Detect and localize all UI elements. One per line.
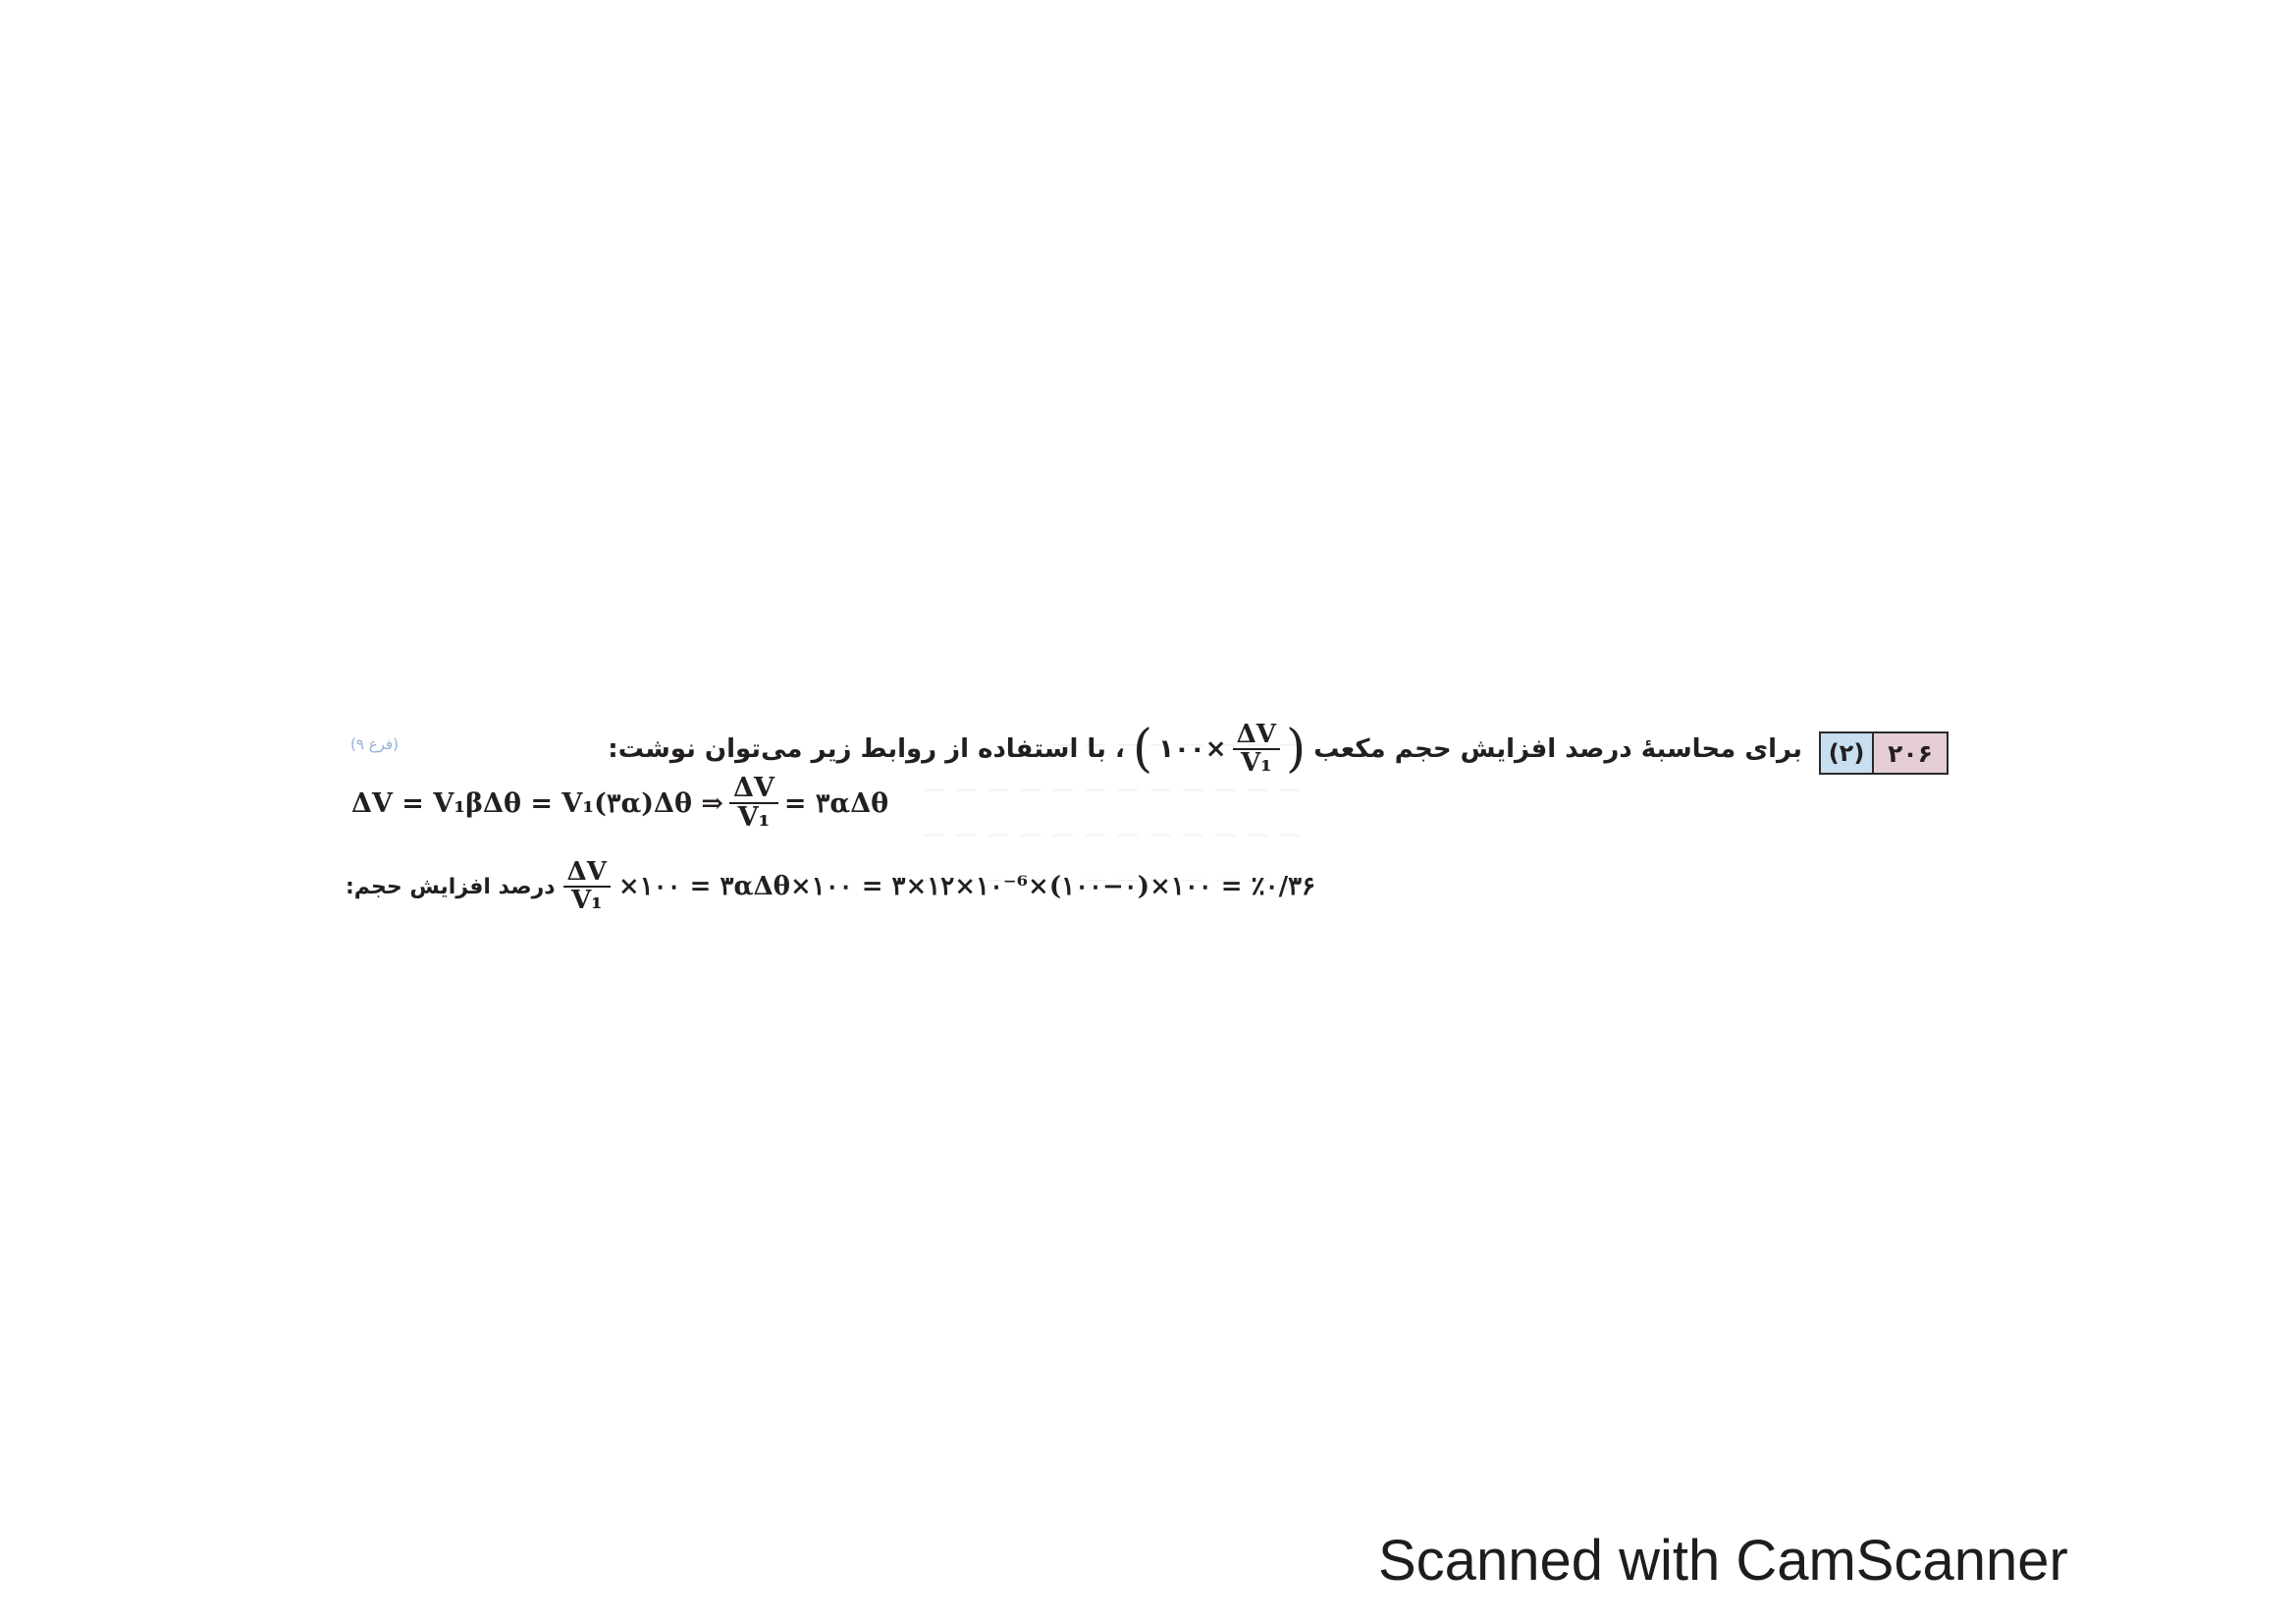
open-paren: ( [1132, 720, 1153, 779]
reference-note: (فرع ۹) [350, 735, 399, 753]
equation-2-fraction: ΔV V₁ [562, 858, 611, 915]
formula-factor: ۱۰۰× [1158, 734, 1227, 764]
close-paren: ) [1285, 720, 1307, 779]
question-text-before: برای محاسبهٔ درصد افزایش حجم مکعب [1313, 734, 1802, 764]
equation-2: درصد افزایش حجم: ΔV V₁ ×۱۰۰ = ۳αΔθ×۱۰۰ =… [346, 852, 1315, 921]
fraction-numerator: ΔV [729, 774, 778, 804]
fraction-denominator: V₁ [737, 802, 771, 833]
equation-1-lhs: ΔV = V₁βΔθ = V₁(۳α)Δθ ⇒ [351, 787, 723, 819]
equation-2-label: درصد افزایش حجم: [346, 874, 556, 899]
fraction-numerator: ΔV [562, 858, 611, 888]
scanner-watermark: Scanned with CamScanner [1378, 1529, 2068, 1593]
fraction-numerator: ΔV [1232, 721, 1280, 750]
equation-2-rest: ×۱۰۰ = ۳αΔθ×۱۰۰ = ۳×۱۲×۱۰⁻⁶×(۱۰۰−۰)×۱۰۰ … [617, 872, 1315, 901]
question-number: ۲۰۶ [1874, 733, 1947, 773]
equation-1-rhs: = ۳αΔθ [783, 787, 889, 819]
faint-bleed-through: — — — — — — — — — — — — [923, 823, 1303, 847]
answer-badge: (۲) [1821, 733, 1874, 773]
question-text-after: ، با استفاده از روابط زیر می‌توان نوشت: [608, 734, 1125, 764]
inline-fraction: ΔV V₁ [1232, 721, 1280, 778]
fraction-denominator: V₁ [570, 886, 603, 915]
question-badge: (۲) ۲۰۶ [1819, 731, 1949, 775]
fraction-denominator: V₁ [1240, 748, 1272, 778]
equation-1: ΔV = V₁βΔθ = V₁(۳α)Δθ ⇒ ΔV V₁ = ۳αΔθ [351, 772, 888, 835]
equation-1-fraction: ΔV V₁ [729, 774, 778, 833]
inline-formula: ( ۱۰۰× ΔV V₁ ) [1132, 720, 1307, 779]
